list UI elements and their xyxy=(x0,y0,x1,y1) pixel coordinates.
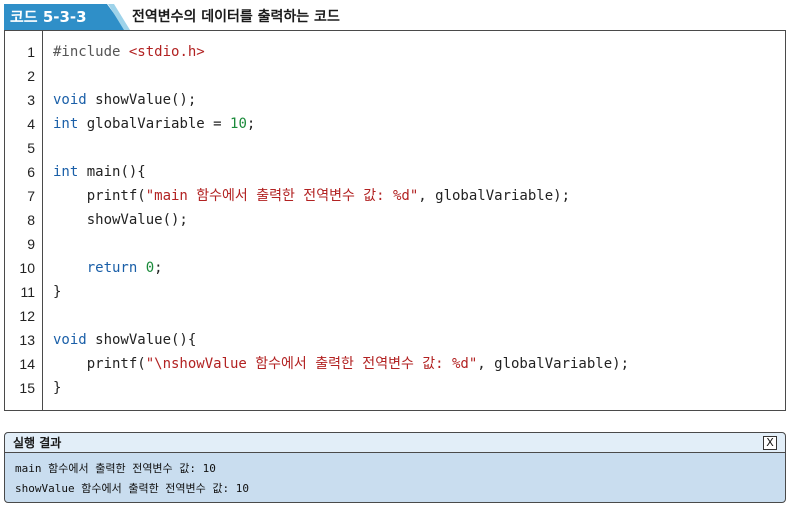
code-listing: 1 #include <stdio.h> 2 3 void showValue(); 4 i… xyxy=(4,30,786,411)
code-line: 3 void showValue(); xyxy=(5,88,785,112)
line-number: 9 xyxy=(27,236,35,252)
code-line: 6 int main(){ xyxy=(5,160,785,184)
close-icon[interactable]: X xyxy=(763,436,777,450)
line-number: 6 xyxy=(27,164,35,180)
line-number: 12 xyxy=(19,308,35,324)
line-number: 4 xyxy=(27,116,35,132)
result-panel: 실행 결과 X main 함수에서 출력한 전역변수 값: 10 showVal… xyxy=(4,432,786,503)
code-line: 14 printf("\nshowValue 함수에서 출력한 전역변수 값: … xyxy=(5,352,785,376)
code-text: #include <stdio.h> xyxy=(53,44,205,60)
line-number: 1 xyxy=(27,44,35,60)
result-title: 실행 결과 xyxy=(13,436,62,450)
line-number: 7 xyxy=(27,188,35,204)
code-text: void showValue(){ xyxy=(53,332,197,348)
line-number: 10 xyxy=(19,260,35,276)
line-number: 14 xyxy=(19,356,35,372)
code-line: 12 xyxy=(5,304,785,328)
code-text: } xyxy=(53,284,62,300)
line-number: 8 xyxy=(27,212,35,228)
code-text: return 0; xyxy=(86,260,163,276)
code-text: void showValue(); xyxy=(53,92,197,108)
code-text: printf("main 함수에서 출력한 전역변수 값: %d", globa… xyxy=(53,188,570,204)
code-line: 1 #include <stdio.h> xyxy=(5,40,785,64)
result-title-bar: 실행 결과 X xyxy=(5,433,785,453)
code-line: 9 xyxy=(5,232,785,256)
line-number: 15 xyxy=(19,380,35,396)
line-number: 2 xyxy=(27,68,35,84)
line-number: 3 xyxy=(27,92,35,108)
code-line: 5 xyxy=(5,136,785,160)
code-text: showValue(); xyxy=(53,212,188,228)
code-line: 15} xyxy=(5,376,785,400)
output-line: showValue 함수에서 출력한 전역변수 값: 10 xyxy=(15,482,250,495)
code-text: printf("\nshowValue 함수에서 출력한 전역변수 값: %d"… xyxy=(53,356,629,372)
code-text: int main(){ xyxy=(53,164,146,180)
code-tag: 코드 5-3-3 xyxy=(4,4,126,30)
code-line: 11} xyxy=(5,280,785,304)
code-header: 코드 5-3-3 전역변수의 데이터를 출력하는 코드 xyxy=(4,4,786,30)
code-line: 7 printf("main 함수에서 출력한 전역변수 값: %d", glo… xyxy=(5,184,785,208)
line-number: 11 xyxy=(20,284,35,300)
code-line: 2 xyxy=(5,64,785,88)
code-line: 4 int globalVariable = 10; xyxy=(5,112,785,136)
code-line: 10 return 0; xyxy=(5,256,785,280)
code-text: int globalVariable = 10; xyxy=(53,116,256,132)
line-number: 13 xyxy=(19,332,35,348)
code-line: 13 void showValue(){ xyxy=(5,328,785,352)
output-line: main 함수에서 출력한 전역변수 값: 10 xyxy=(15,462,216,475)
code-text: } xyxy=(53,380,62,396)
code-title: 전역변수의 데이터를 출력하는 코드 xyxy=(132,9,340,25)
line-number: 5 xyxy=(27,140,35,156)
code-line: 8 showValue(); xyxy=(5,208,785,232)
